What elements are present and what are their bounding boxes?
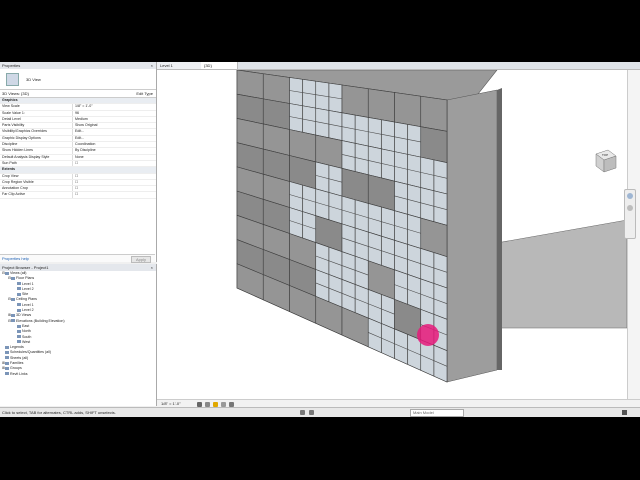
view-node-icon <box>5 361 9 365</box>
3d-view-canvas[interactable] <box>157 70 627 399</box>
browser-item-label: Schedules/Quantities (all) <box>10 350 51 355</box>
browser-header: Project Browser - Project1 × <box>0 264 156 271</box>
instance-label: 3D Views: {3D} <box>2 91 29 96</box>
view-node-icon <box>5 366 9 370</box>
browser-item-label: Revit Links <box>10 371 28 376</box>
cursor-highlight <box>417 324 439 346</box>
browser-item-label: Floor Plans <box>16 276 35 281</box>
view-node-icon <box>5 372 9 376</box>
view-node-icon <box>17 308 21 312</box>
view-node-icon <box>11 319 15 323</box>
building-model <box>236 70 627 383</box>
prop-row[interactable]: Far Clip Active ☐ <box>0 192 156 199</box>
close-icon[interactable]: × <box>151 264 153 271</box>
project-browser: Project Browser - Project1 × ⊟ Views (all… <box>0 264 157 406</box>
browser-title: Project Browser - Project1 <box>2 265 49 270</box>
status-message: Click to select, TAB for alternates, CTR… <box>2 410 116 415</box>
browser-item-label: 3D Views <box>16 313 32 318</box>
design-options-icon[interactable] <box>309 410 314 415</box>
wall-panel[interactable] <box>420 126 448 164</box>
view-node-icon <box>11 298 15 302</box>
instance-selector[interactable]: 3D Views: {3D} Edit Type <box>0 90 156 98</box>
browser-item-label: Level 1 <box>22 281 34 286</box>
type-name: 3D View <box>26 77 41 82</box>
browser-tree-item[interactable]: Revit Links <box>0 372 156 377</box>
view-node-icon <box>5 345 9 349</box>
browser-item-label: West <box>22 339 31 344</box>
view-tab-level-1[interactable]: Level 1 <box>157 62 202 69</box>
view-node-icon <box>11 313 15 317</box>
view-node-icon <box>17 292 21 296</box>
viewcube-icon <box>595 149 617 173</box>
properties-title: Properties <box>2 63 21 68</box>
wall-panel[interactable] <box>367 88 395 123</box>
view-node-icon <box>17 329 21 333</box>
browser-item-label: Site <box>22 292 29 297</box>
view-node-icon <box>17 287 21 291</box>
view-node-icon <box>5 351 9 354</box>
browser-item-label: Elevations (Building Elevation) <box>16 318 65 323</box>
close-icon[interactable]: × <box>151 62 153 69</box>
browser-item-label: East <box>22 323 30 328</box>
browser-tree: ⊟ Views (all) ⊟ Floor Plans Level 1 Level 2 Si… <box>0 271 156 377</box>
filter-icon[interactable] <box>622 410 627 415</box>
properties-help-link[interactable]: Properties help <box>0 256 29 261</box>
steering-wheel-icon[interactable] <box>627 193 633 199</box>
view-tab-3d[interactable]: {3D} <box>201 62 238 69</box>
browser-item-label: Ceiling Plans <box>16 297 37 302</box>
browser-item-label: Groups <box>10 366 22 371</box>
browser-item-label: Level 2 <box>22 286 34 291</box>
apply-button[interactable]: Apply <box>130 256 151 263</box>
browser-item-label: Level 2 <box>22 308 34 313</box>
view-node-icon <box>17 324 21 328</box>
browser-item-label: Legends <box>10 345 24 350</box>
properties-grid: Graphics View Scale 1/8" = 1'-0" Scale Va… <box>0 98 156 199</box>
wall-panel[interactable] <box>262 73 290 104</box>
properties-footer: Properties help Apply <box>0 254 155 263</box>
view-node-icon <box>5 356 9 360</box>
wall-panel[interactable] <box>394 92 422 128</box>
edit-type-button[interactable]: Edit Type <box>136 90 153 97</box>
view-node-icon <box>5 271 9 275</box>
view-node-icon <box>17 340 21 344</box>
zoom-icon[interactable] <box>627 205 633 211</box>
browser-item-label: Families <box>10 361 24 366</box>
browser-item-label: South <box>22 334 32 339</box>
browser-item-label: Sheets (all) <box>10 355 29 360</box>
status-bar: Click to select, TAB for alternates, CTR… <box>0 407 640 417</box>
view-node-icon <box>11 276 15 280</box>
curtain-wall-grid <box>236 70 448 383</box>
navigation-bar[interactable] <box>624 189 636 239</box>
wall-panel[interactable] <box>236 70 264 100</box>
browser-item-label: Level 1 <box>22 302 34 307</box>
viewcube[interactable]: TOP <box>590 148 618 174</box>
view-node-icon <box>17 303 21 307</box>
status-tools <box>300 410 314 415</box>
wall-panel[interactable] <box>341 84 369 118</box>
view-node-icon <box>17 335 21 339</box>
properties-header: Properties × <box>0 62 156 69</box>
browser-item-label: North <box>22 329 31 334</box>
wall-panel[interactable] <box>420 95 448 132</box>
worksets-icon[interactable] <box>300 410 305 415</box>
properties-panel: Properties × 3D View 3D Views: {3D} Edit… <box>0 62 157 263</box>
browser-item-label: Views (all) <box>10 271 27 275</box>
active-model-field[interactable]: Main Model <box>410 409 464 417</box>
viewcube-label: TOP <box>602 153 609 157</box>
type-selector[interactable]: 3D View <box>0 69 156 90</box>
3d-view-type-icon <box>6 73 19 86</box>
view-node-icon <box>17 282 21 286</box>
view-tabs: Level 1 {3D} <box>157 62 640 70</box>
